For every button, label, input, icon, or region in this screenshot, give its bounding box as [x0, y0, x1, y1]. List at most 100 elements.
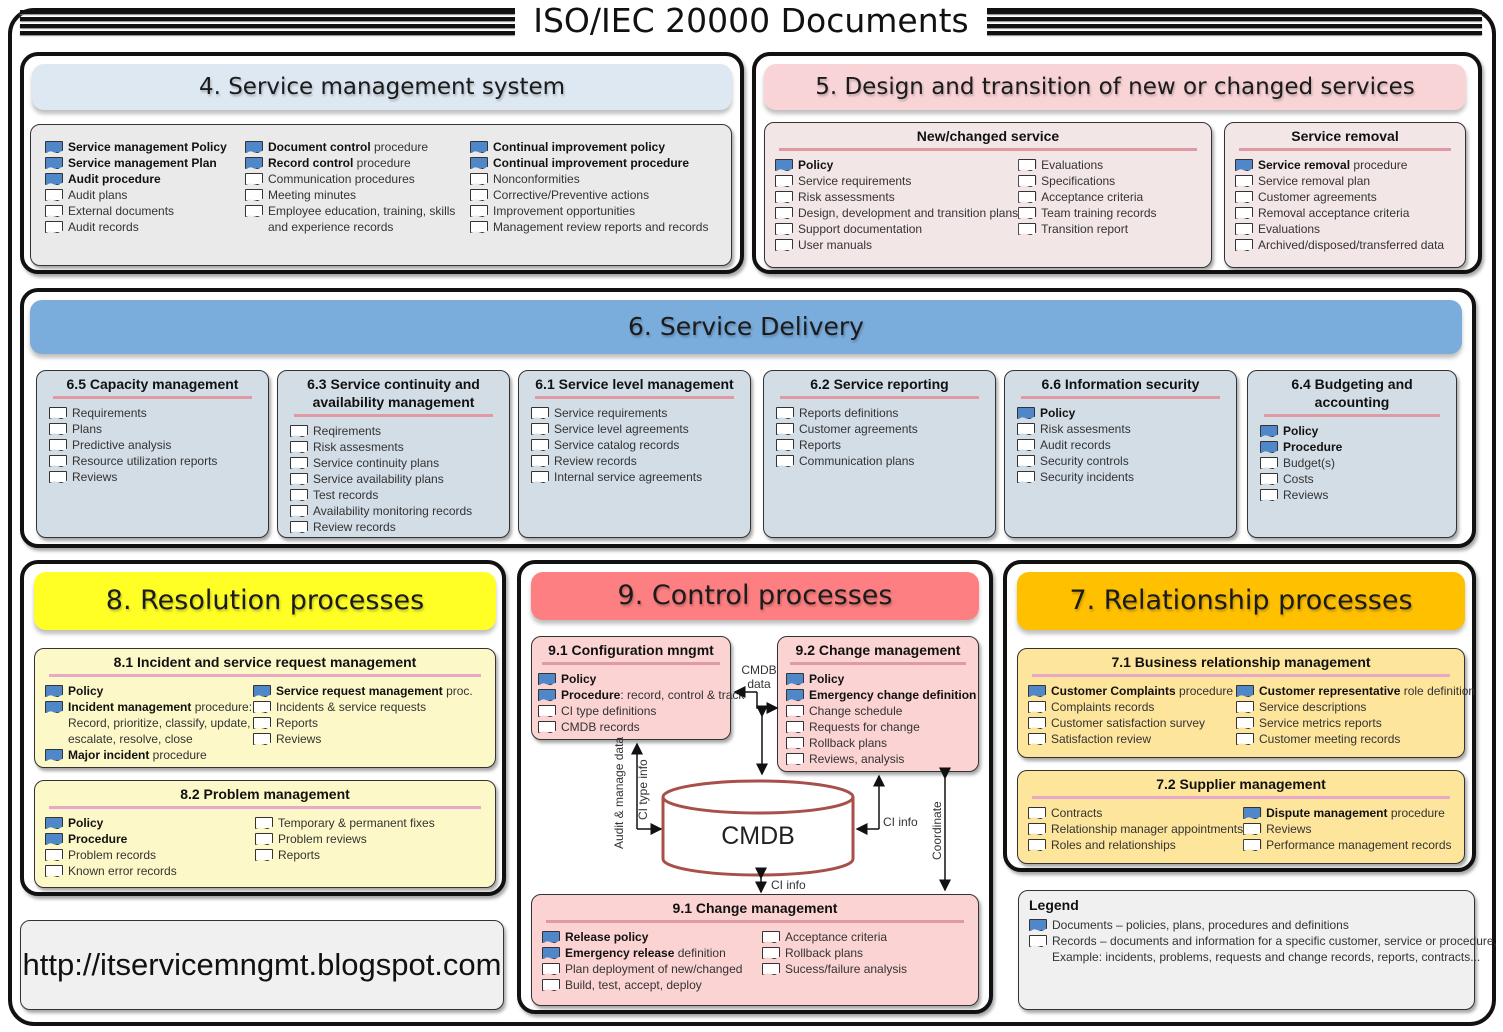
item-label-text: Test records: [313, 488, 379, 502]
subprocess-box-6-5-capacity-management: 6.5 Capacity management Requirements Plans…: [36, 370, 269, 538]
item-label-text: Meeting minutes: [268, 188, 357, 202]
ci-info-bottom-label: CI info: [771, 878, 806, 892]
item-label: Audit records: [68, 219, 139, 235]
item-label-text: Communication procedures: [268, 172, 415, 186]
item-label: External documents: [68, 203, 174, 219]
item-label: Budget(s): [1283, 455, 1335, 471]
item-label-bold: Major incident: [68, 748, 150, 762]
legend-item-continuation: Example: incidents, problems, requests a…: [1052, 950, 1481, 964]
service-removal-list: Service removal procedure Service removal…: [1235, 157, 1455, 253]
list-item: Rollback plans: [762, 945, 962, 961]
item-label: Reports: [278, 847, 320, 863]
item-label-bold: Procedure: [68, 832, 128, 846]
record-icon: [245, 189, 263, 201]
incident-management-box: 8.1 Incident and service request managem…: [34, 648, 496, 768]
divider: [1021, 396, 1220, 399]
supplier-management-title: 7.2 Supplier management: [1156, 776, 1326, 792]
list-item: Service catalog records: [531, 437, 738, 453]
item-label-text: User manuals: [798, 238, 873, 252]
item-label-bold: Emergency release: [565, 946, 675, 960]
list-item: Service management Policy: [45, 139, 245, 155]
record-icon: [1028, 823, 1046, 835]
item-label: Continual improvement policy: [493, 139, 665, 155]
section-6-banner: 6. Service Delivery: [30, 300, 1462, 354]
item-label-text: Service requirements: [798, 174, 912, 188]
item-label: Customer satisfaction survey: [1051, 715, 1205, 731]
record-icon: [49, 407, 67, 419]
record-icon: [1235, 191, 1253, 203]
service-removal-title: Service removal: [1291, 128, 1399, 144]
list-item: Customer Complaints procedure: [1028, 683, 1236, 699]
record-icon: [762, 947, 780, 959]
document-icon: [45, 701, 63, 713]
business-relationship-box: 7.1 Business relationship management Cus…: [1017, 648, 1475, 758]
section-9-control-processes: 9. Control processes 9.1 Configuration m…: [517, 560, 993, 1014]
item-label-text: Performance management records: [1266, 838, 1452, 852]
record-icon: [1017, 471, 1035, 483]
item-label: Policy: [1040, 405, 1075, 421]
list-item: Release policy: [542, 929, 762, 945]
item-label: Risk assessments: [798, 189, 895, 205]
list-item: Availability monitoring records: [290, 503, 497, 519]
problem-management-box: 8.2 Problem management Policy Procedure Pr…: [34, 780, 496, 888]
item-label: Service metrics reports: [1259, 715, 1382, 731]
divider: [49, 806, 481, 809]
subprocess-list: Policy Risk assesments Audit records Securi…: [1017, 405, 1224, 485]
list-item: Acceptance criteria: [762, 929, 962, 945]
list-item: Dispute management procedure: [1243, 805, 1463, 821]
list-item: Customer representative role definition: [1236, 683, 1475, 699]
item-label-text: Reqirements: [313, 424, 382, 438]
item-label: Contracts: [1051, 805, 1102, 821]
record-icon: [1028, 807, 1046, 819]
item-label-continuation: Record, prioritize, classify, update,: [68, 716, 251, 730]
title-rule-right: [987, 10, 1482, 36]
item-label-text: Resource utilization reports: [72, 454, 218, 468]
item-label-text: Audit records: [1040, 438, 1111, 452]
release-management-title: 9.1 Change management: [672, 900, 838, 916]
record-icon: [245, 173, 263, 185]
list-item: Service level agreements: [531, 421, 738, 437]
item-label-text: procedure: [353, 156, 411, 170]
record-icon: [1260, 489, 1278, 501]
list-item: Policy: [45, 815, 255, 831]
legend-item-label: Records – documents and information for …: [1052, 933, 1497, 965]
record-icon: [1028, 839, 1046, 851]
item-label-text: Reports definitions: [799, 406, 899, 420]
item-label-continuation: escalate, resolve, close: [68, 732, 193, 746]
item-label-text: Reviews: [72, 470, 118, 484]
item-label-text: Problem reviews: [278, 832, 367, 846]
new-changed-service-title: New/changed service: [916, 128, 1060, 144]
item-label-text: Build, test, accept, deploy: [565, 978, 702, 992]
list-item: Service removal plan: [1235, 173, 1455, 189]
item-label: Resource utilization reports: [72, 453, 217, 469]
list-item: Incident management procedure: Record, pr…: [45, 699, 253, 747]
cmdb-data-label-line1: CMDB: [741, 663, 776, 677]
item-label-bold: Policy: [1283, 424, 1319, 438]
record-icon: [470, 173, 488, 185]
item-label: Specifications: [1041, 173, 1115, 189]
item-label: Requirements: [72, 405, 147, 421]
item-label: Complaints records: [1051, 699, 1154, 715]
list-item: Policy: [1260, 423, 1444, 439]
item-label: Audit plans: [68, 187, 127, 203]
list-item: Team training records: [1018, 205, 1198, 221]
list-item: Plan deployment of new/changed: [542, 961, 762, 977]
item-label-text: Reviews: [276, 732, 322, 746]
list-item: Audit records: [45, 219, 245, 235]
footer-url-link[interactable]: http://itservicemngmt.blogspot.com: [23, 947, 502, 983]
item-label-bold: Release policy: [565, 930, 649, 944]
item-label-text: Archived/disposed/transferred data: [1258, 238, 1445, 252]
document-icon: [253, 685, 271, 697]
item-label: Reviews: [1283, 487, 1328, 503]
item-label: Improvement opportunities: [493, 203, 635, 219]
subprocess-list: Policy Procedure Budget(s) Costs Reviews: [1260, 423, 1444, 503]
item-label: Relationship manager appointments: [1051, 821, 1243, 837]
document-icon: [245, 157, 263, 169]
record-icon: [255, 849, 273, 861]
item-label-text: Customer agreements: [1258, 190, 1377, 204]
item-label-text: Review records: [313, 520, 396, 534]
item-label-text: procedure: [149, 748, 207, 762]
list-item: Known error records: [45, 863, 255, 879]
list-item: Archived/disposed/transferred data: [1235, 237, 1455, 253]
item-label: Service level agreements: [554, 421, 689, 437]
